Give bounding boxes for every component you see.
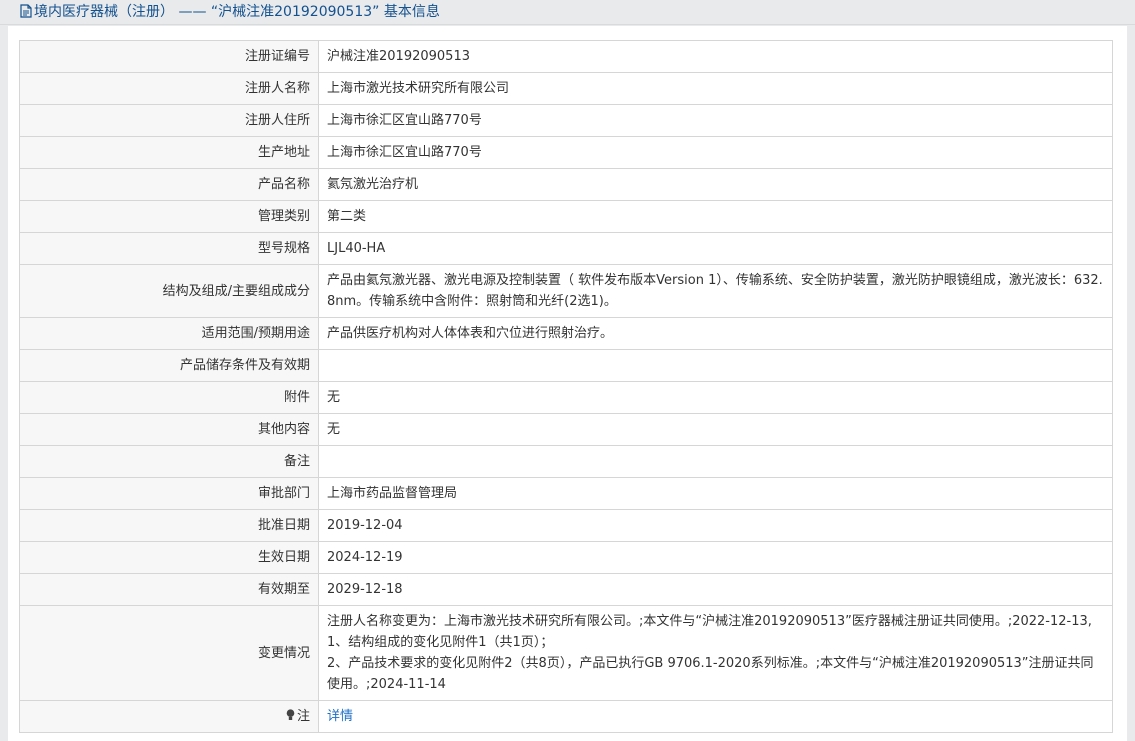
table-row: 其他内容无 <box>19 413 1113 446</box>
field-label: 批准日期 <box>19 509 319 542</box>
field-label: 型号规格 <box>19 232 319 265</box>
table-row-note: 注 详情 <box>19 700 1113 733</box>
field-label: 产品储存条件及有效期 <box>19 349 319 382</box>
field-value: 沪械注准20192090513 <box>318 40 1113 73</box>
change-line: 2、产品技术要求的变化见附件2（共8页），产品已执行GB 9706.1-2020… <box>327 656 1094 692</box>
field-label: 注册人名称 <box>19 72 319 105</box>
field-value: 氦氖激光治疗机 <box>318 168 1113 201</box>
change-history: 注册人名称变更为：上海市激光技术研究所有限公司。;本文件与“沪械注准201920… <box>318 605 1113 701</box>
field-label: 生产地址 <box>19 136 319 169</box>
field-value: 详情 <box>318 700 1113 733</box>
table-row: 注册证编号 沪械注准20192090513 <box>19 40 1113 73</box>
field-value: 2019-12-04 <box>318 509 1113 542</box>
page-title: 境内医疗器械（注册） —— “沪械注准20192090513” 基本信息 <box>34 4 440 20</box>
field-value: 2024-12-19 <box>318 541 1113 574</box>
field-value: 第二类 <box>318 200 1113 233</box>
field-value <box>318 445 1113 478</box>
field-label: 结构及组成/主要组成成分 <box>19 264 319 318</box>
table-row: 审批部门 上海市药品监督管理局 <box>19 477 1113 510</box>
field-value: 无 <box>318 381 1113 414</box>
table-row: 有效期至 2029-12-18 <box>19 573 1113 606</box>
field-label: 附件 <box>19 381 319 414</box>
field-value <box>318 349 1113 382</box>
field-label: 其他内容 <box>19 413 319 446</box>
field-label: 注册证编号 <box>19 40 319 73</box>
field-label: 有效期至 <box>19 573 319 606</box>
field-label: 审批部门 <box>19 477 319 510</box>
table-row: 产品储存条件及有效期 <box>19 349 1113 382</box>
info-table: 注册证编号 沪械注准20192090513 注册人名称 上海市激光技术研究所有限公司注… <box>19 40 1113 733</box>
table-row: 注册人名称 上海市激光技术研究所有限公司 <box>19 72 1113 105</box>
table-row: 批准日期 2019-12-04 <box>19 509 1113 542</box>
field-label: 产品名称 <box>19 168 319 201</box>
note-label: 注 <box>296 708 310 724</box>
page-header: 境内医疗器械（注册） —— “沪械注准20192090513” 基本信息 <box>0 0 1135 25</box>
field-value: 产品供医疗机构对人体体表和穴位进行照射治疗。 <box>318 317 1113 350</box>
table-row: 注册人住所 上海市徐汇区宜山路770号 <box>19 104 1113 137</box>
table-row: 适用范围/预期用途 产品供医疗机构对人体体表和穴位进行照射治疗。 <box>19 317 1113 350</box>
field-value: 上海市徐汇区宜山路770号 <box>318 136 1113 169</box>
field-label: 变更情况 <box>19 605 319 701</box>
field-label: 生效日期 <box>19 541 319 574</box>
table-row-change: 变更情况 注册人名称变更为：上海市激光技术研究所有限公司。;本文件与“沪械注准20… <box>19 605 1113 701</box>
lightbulb-icon <box>286 707 295 728</box>
table-row: 管理类别 第二类 <box>19 200 1113 233</box>
field-label: 注 <box>19 700 319 733</box>
table-row: 附件无 <box>19 381 1113 414</box>
table-row: 生产地址 上海市徐汇区宜山路770号 <box>19 136 1113 169</box>
table-row: 结构及组成/主要组成成分 产品由氦氖激光器、激光电源及控制装置（ 软件发布版本Ve… <box>19 264 1113 318</box>
field-value: 无 <box>318 413 1113 446</box>
field-value: LJL40-HA <box>318 232 1113 265</box>
field-label: 管理类别 <box>19 200 319 233</box>
table-row: 生效日期 2024-12-19 <box>19 541 1113 574</box>
field-value: 2029-12-18 <box>318 573 1113 606</box>
change-line: 1、结构组成的变化见附件1（共1页）； <box>327 635 554 650</box>
table-row: 备注 <box>19 445 1113 478</box>
table-row: 型号规格 LJL40-HA <box>19 232 1113 265</box>
field-label: 适用范围/预期用途 <box>19 317 319 350</box>
field-value: 上海市徐汇区宜山路770号 <box>318 104 1113 137</box>
details-link[interactable]: 详情 <box>327 709 353 724</box>
table-row: 产品名称 氦氖激光治疗机 <box>19 168 1113 201</box>
field-label: 注册人住所 <box>19 104 319 137</box>
document-icon <box>20 2 32 26</box>
field-value: 产品由氦氖激光器、激光电源及控制装置（ 软件发布版本Version 1）、传输系… <box>318 264 1113 318</box>
field-label: 备注 <box>19 445 319 478</box>
info-panel: 注册证编号 沪械注准20192090513 注册人名称 上海市激光技术研究所有限公司注… <box>8 26 1127 741</box>
field-value: 上海市激光技术研究所有限公司 <box>318 72 1113 105</box>
field-value: 上海市药品监督管理局 <box>318 477 1113 510</box>
change-line: 注册人名称变更为：上海市激光技术研究所有限公司。;本文件与“沪械注准201920… <box>327 614 1092 629</box>
